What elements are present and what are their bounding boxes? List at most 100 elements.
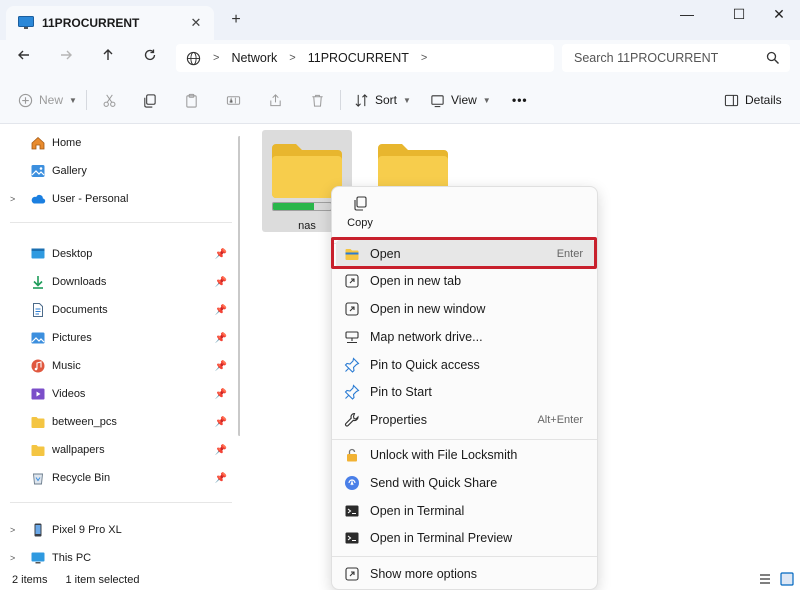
sidebar-item-music[interactable]: Music 📌 <box>0 353 236 379</box>
menu-item-label: Properties <box>370 413 427 427</box>
pictures-icon <box>31 332 45 344</box>
menu-item-show-more-options[interactable]: Show more options <box>336 560 595 588</box>
sidebar-item-label: Videos <box>52 388 86 400</box>
command-bar: New ▼ Sort ▼ View ▼ ••• Details <box>0 76 800 124</box>
sidebar-item-label: Desktop <box>52 248 93 260</box>
sort-button[interactable]: Sort ▼ <box>354 88 411 112</box>
sidebar-item-gallery[interactable]: Gallery <box>0 158 236 184</box>
pin-icon <box>344 384 360 400</box>
pin-icon[interactable]: 📌 <box>214 361 228 372</box>
pin-icon[interactable]: 📌 <box>214 389 228 400</box>
title-bar: 11PROCURRENT ✕ + — ☐ ✕ <box>0 0 800 40</box>
menu-item-map-network-drive[interactable]: Map network drive... <box>336 323 595 351</box>
chevron-right-icon[interactable]: > <box>10 525 24 535</box>
search-input[interactable]: Search 11PROCURRENT <box>562 44 790 72</box>
sidebar-item-videos[interactable]: Videos 📌 <box>0 381 236 407</box>
menu-item-unlock-with-file-locksmith[interactable]: Unlock with File Locksmith <box>336 441 595 469</box>
chevron-down-icon: ▼ <box>403 95 411 105</box>
new-tab-button[interactable]: + <box>226 10 246 30</box>
pin-icon[interactable]: 📌 <box>214 473 228 484</box>
sidebar-item-label: wallpapers <box>52 444 105 456</box>
menu-item-open-in-terminal[interactable]: Open in Terminal <box>336 497 595 525</box>
pin-icon[interactable]: 📌 <box>214 277 228 288</box>
sidebar-item-wallpapers[interactable]: wallpapers 📌 <box>0 437 236 463</box>
up-button[interactable] <box>94 46 122 70</box>
terminal-icon <box>345 505 359 517</box>
paste-button[interactable] <box>184 88 205 112</box>
refresh-button[interactable] <box>136 46 164 70</box>
pin-icon[interactable]: 📌 <box>214 333 228 344</box>
home-icon <box>31 136 45 150</box>
gallery-icon <box>31 165 45 177</box>
tab-11procurrent[interactable]: 11PROCURRENT ✕ <box>6 6 214 40</box>
divider <box>86 90 87 110</box>
new-button[interactable]: New ▼ <box>18 88 77 112</box>
item-count: 2 items <box>12 574 48 586</box>
music-icon <box>31 359 45 373</box>
sidebar-item-downloads[interactable]: Downloads 📌 <box>0 269 236 295</box>
sidebar-item-label: Pixel 9 Pro XL <box>52 524 122 536</box>
close-window-button[interactable]: ✕ <box>756 0 800 28</box>
tab-close-icon[interactable]: ✕ <box>184 15 208 31</box>
sidebar-item-documents[interactable]: Documents 📌 <box>0 297 236 323</box>
sidebar-item-label: This PC <box>52 552 92 564</box>
chevron-right-icon[interactable]: > <box>10 553 24 563</box>
minimize-button[interactable]: — <box>664 0 710 28</box>
menu-item-send-with-quick-share[interactable]: Send with Quick Share <box>336 469 595 497</box>
menu-item-label: Unlock with File Locksmith <box>370 448 518 462</box>
context-copy-button[interactable]: Copy <box>340 195 380 239</box>
more-options-button[interactable]: ••• <box>512 88 528 112</box>
drive-usage-fill <box>273 203 314 210</box>
menu-item-open-in-new-tab[interactable]: Open in new tab <box>336 267 595 295</box>
view-label: View <box>451 93 477 107</box>
sidebar-item-pictures[interactable]: Pictures 📌 <box>0 325 236 351</box>
menu-item-pin-to-quick-access[interactable]: Pin to Quick access <box>336 351 595 379</box>
pin-icon[interactable]: 📌 <box>214 249 228 260</box>
sidebar-item-recycle-bin[interactable]: Recycle Bin 📌 <box>0 465 236 491</box>
menu-item-properties[interactable]: Properties Alt+Enter <box>336 406 595 434</box>
sidebar-item-label: User - Personal <box>52 193 129 205</box>
forward-button[interactable] <box>52 46 80 70</box>
sidebar-item-between-pcs[interactable]: between_pcs 📌 <box>0 409 236 435</box>
sidebar-item-home[interactable]: Home <box>0 130 236 156</box>
trash-icon <box>312 94 323 107</box>
sidebar-item-user-personal[interactable]: > User - Personal <box>0 186 236 212</box>
sidebar-item-this-pc[interactable]: > This PC <box>0 545 236 571</box>
breadcrumb-chevron-icon[interactable]: > <box>421 52 427 64</box>
details-pane-button[interactable]: Details <box>724 88 782 112</box>
menu-item-pin-to-start[interactable]: Pin to Start <box>336 378 595 406</box>
copy-button[interactable] <box>142 88 163 112</box>
sidebar-item-label: Home <box>52 137 82 149</box>
address-bar[interactable]: > Network > 11PROCURRENT > <box>176 44 554 72</box>
address-row: > Network > 11PROCURRENT > Search 11PROC… <box>0 40 800 76</box>
tile-view-icon[interactable] <box>780 572 794 586</box>
details-label: Details <box>745 93 782 107</box>
rename-icon <box>226 95 241 105</box>
breadcrumb-11procurrent[interactable]: 11PROCURRENT <box>308 51 409 65</box>
menu-item-open-in-new-window[interactable]: Open in new window <box>336 295 595 323</box>
share-button[interactable] <box>268 88 289 112</box>
breadcrumb-network[interactable]: Network <box>231 51 277 65</box>
menu-item-open-in-terminal-preview[interactable]: Open in Terminal Preview <box>336 524 595 552</box>
sidebar-item-desktop[interactable]: Desktop 📌 <box>0 241 236 267</box>
arrow-up-icon <box>103 49 113 60</box>
selection-count: 1 item selected <box>65 574 140 586</box>
delete-button[interactable] <box>310 88 331 112</box>
view-button[interactable]: View ▼ <box>430 88 491 112</box>
menu-item-label: Map network drive... <box>370 330 483 344</box>
pin-icon[interactable]: 📌 <box>214 305 228 316</box>
search-placeholder: Search 11PROCURRENT <box>574 51 719 65</box>
tab-label: 11PROCURRENT <box>42 16 140 30</box>
cut-button[interactable] <box>102 88 123 112</box>
pin-icon[interactable]: 📌 <box>214 445 228 456</box>
pin-icon[interactable]: 📌 <box>214 417 228 428</box>
sidebar-item-label: Documents <box>52 304 108 316</box>
sidebar-item-pixel-9-pro-xl[interactable]: > Pixel 9 Pro XL <box>0 517 236 543</box>
rename-button[interactable] <box>226 88 247 112</box>
list-view-icon[interactable] <box>758 572 772 586</box>
monitor-icon <box>18 16 34 29</box>
computer-icon <box>31 552 45 564</box>
sidebar-item-label: Recycle Bin <box>52 472 111 484</box>
chevron-right-icon[interactable]: > <box>10 194 24 204</box>
back-button[interactable] <box>10 46 38 70</box>
